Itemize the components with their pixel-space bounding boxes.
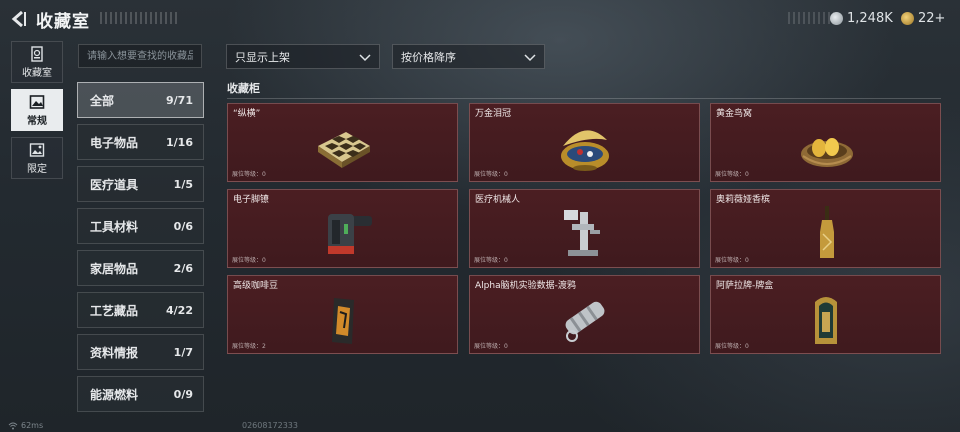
category-label: 家居物品 <box>90 261 139 276</box>
top-bar: 收藏室 1,248K 22+ <box>0 0 960 38</box>
nav-collection-room[interactable]: 收藏室 <box>11 41 63 83</box>
category-tools[interactable]: 工具材料 0/6 <box>77 208 204 244</box>
category-intel[interactable]: 资料情报 1/7 <box>77 334 204 370</box>
category-crafts[interactable]: 工艺藏品 4/22 <box>77 292 204 328</box>
card-box-icon <box>815 297 837 344</box>
category-label: 医疗道具 <box>90 177 139 192</box>
item-level: 展位等级：0 <box>715 343 749 350</box>
category-label: 工艺藏品 <box>90 303 139 318</box>
champagne-bottle-icon <box>820 206 834 258</box>
item-level: 展位等级：0 <box>474 171 508 178</box>
item-level: 展位等级：0 <box>232 257 266 264</box>
section-divider <box>227 98 941 99</box>
chess-board-icon <box>318 132 370 168</box>
item-name: 黄金鸟窝 <box>716 109 753 119</box>
category-label: 资料情报 <box>90 345 139 360</box>
collection-card[interactable]: “纵横” 展位等级：0 <box>227 103 458 182</box>
wifi-icon <box>8 422 18 429</box>
gold-amount: 22+ <box>918 10 946 26</box>
electronic-ankle-monitor-icon <box>328 214 372 254</box>
silver-coin-icon <box>830 11 843 25</box>
title-decoration <box>100 12 180 24</box>
item-level: 展位等级：0 <box>715 171 749 178</box>
side-nav: 收藏室 常规 限定 <box>11 41 63 185</box>
nav-limited[interactable]: 限定 <box>11 137 63 179</box>
gold-coin-icon <box>901 11 914 25</box>
item-name: 电子脚镣 <box>233 195 270 205</box>
chevron-down-icon <box>524 54 536 62</box>
page-title: 收藏室 <box>36 12 90 32</box>
ping-value: 62ms <box>21 421 44 430</box>
item-name: 高级咖啡豆 <box>233 281 279 291</box>
sort-value: 按价格降序 <box>401 50 456 64</box>
category-list: 全部 9/71 电子物品 1/16 医疗道具 1/5 工具材料 0/6 家居物品 2/6 … <box>77 82 204 418</box>
collection-card[interactable]: Alpha脑机实验数据-渡鸦 展位等级：0 <box>469 275 700 354</box>
item-name: 奥莉薇娅香槟 <box>716 195 771 205</box>
collection-card[interactable]: 万金泪冠 展位等级：0 <box>469 103 700 182</box>
medical-robot-icon <box>564 210 600 256</box>
collection-card[interactable]: 高级咖啡豆 展位等级：2 <box>227 275 458 354</box>
category-electronics[interactable]: 电子物品 1/16 <box>77 124 204 160</box>
category-label: 工具材料 <box>90 219 139 234</box>
status-bar: 62ms <box>8 421 43 430</box>
chevron-down-icon <box>359 54 371 62</box>
category-label: 能源燃料 <box>90 387 139 402</box>
category-count: 4/22 <box>166 303 193 317</box>
item-level: 展位等级：2 <box>232 343 266 350</box>
collection-card[interactable]: 奥莉薇娅香槟 展位等级：0 <box>710 189 941 268</box>
item-name: “纵横” <box>233 109 261 119</box>
nav-label: 收藏室 <box>22 68 52 79</box>
category-count: 1/16 <box>166 135 193 149</box>
image-frame-icon <box>29 95 45 109</box>
category-all[interactable]: 全部 9/71 <box>77 82 204 118</box>
item-name: 万金泪冠 <box>475 109 512 119</box>
section-title: 收藏柜 <box>227 82 260 95</box>
nav-regular[interactable]: 常规 <box>11 89 63 131</box>
collection-card[interactable]: 医疗机械人 展位等级：0 <box>469 189 700 268</box>
shelf-filter-dropdown[interactable]: 只显示上架 <box>226 44 380 69</box>
silver-amount: 1,248K <box>847 10 893 26</box>
nav-label: 常规 <box>27 116 47 127</box>
jeweled-egg-icon <box>561 130 609 171</box>
golden-nest-icon <box>801 138 853 167</box>
data-cylinder-icon <box>565 301 605 342</box>
category-energy[interactable]: 能源燃料 0/9 <box>77 376 204 412</box>
item-level: 展位等级：0 <box>474 343 508 350</box>
collection-room-icon <box>31 46 43 62</box>
shelf-filter-value: 只显示上架 <box>235 50 290 64</box>
category-label: 全部 <box>90 93 115 108</box>
category-count: 2/6 <box>173 261 193 275</box>
item-level: 展位等级：0 <box>474 257 508 264</box>
item-name: 医疗机械人 <box>475 195 521 205</box>
nav-label: 限定 <box>27 164 47 175</box>
item-level: 展位等级：0 <box>715 257 749 264</box>
sort-dropdown[interactable]: 按价格降序 <box>392 44 545 69</box>
category-medical[interactable]: 医疗道具 1/5 <box>77 166 204 202</box>
limited-frame-icon <box>29 143 45 157</box>
gold-currency[interactable]: 22+ <box>901 10 945 26</box>
user-id: 02608172333 <box>242 421 298 430</box>
search-input[interactable] <box>78 44 202 68</box>
category-label: 电子物品 <box>90 135 139 150</box>
silver-currency[interactable]: 1,248K <box>830 10 893 26</box>
item-name: 阿萨拉牌-牌盒 <box>716 281 774 291</box>
coffee-bag-icon <box>332 298 354 344</box>
collection-card[interactable]: 电子脚镣 展位等级：0 <box>227 189 458 268</box>
back-arrow-icon[interactable] <box>8 8 30 30</box>
collection-card[interactable]: 阿萨拉牌-牌盒 展位等级：0 <box>710 275 941 354</box>
category-count: 9/71 <box>166 93 193 107</box>
category-household[interactable]: 家居物品 2/6 <box>77 250 204 286</box>
category-count: 1/5 <box>173 177 193 191</box>
category-count: 0/6 <box>173 219 193 233</box>
item-level: 展位等级：0 <box>232 171 266 178</box>
category-count: 1/7 <box>173 345 193 359</box>
category-count: 0/9 <box>173 387 193 401</box>
currency-decoration <box>788 12 834 24</box>
collection-card[interactable]: 黄金鸟窝 展位等级：0 <box>710 103 941 182</box>
